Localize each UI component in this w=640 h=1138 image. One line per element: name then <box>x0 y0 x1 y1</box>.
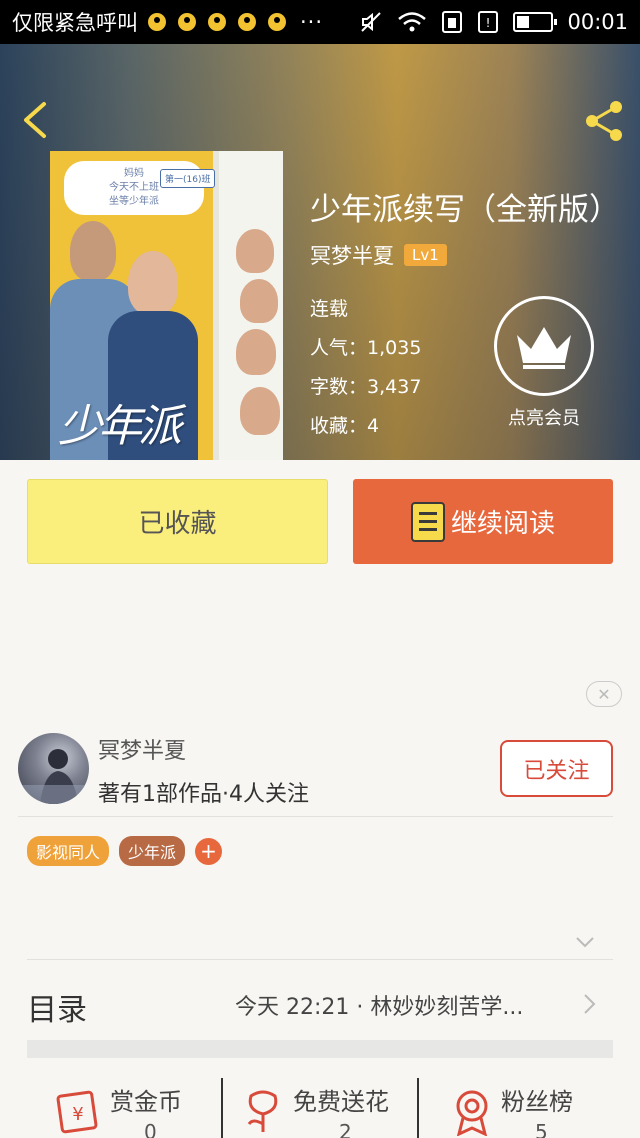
fan-ranking-item[interactable]: 粉丝榜 5 <box>419 1076 640 1138</box>
cover-figure <box>240 279 278 323</box>
fan-ranking-label: 粉丝榜 <box>501 1088 573 1116</box>
wifi-icon <box>398 12 427 32</box>
close-ad-button[interactable]: ✕ <box>586 681 622 707</box>
tag-shaonianpai[interactable]: 少年派 <box>119 836 186 866</box>
notification-icon <box>178 13 196 31</box>
notification-icon <box>208 13 226 31</box>
book-header: 妈妈 今天不上班 坐等少年派 第一(16)班 少年派 少年派续写（全新版） 冥梦… <box>0 44 640 460</box>
mute-icon <box>361 12 382 32</box>
author-card-subtitle: 著有1部作品·4人关注 <box>98 782 309 807</box>
book-title: 少年派续写（全新版） <box>310 192 620 228</box>
book-icon <box>410 501 445 542</box>
popularity-stat: 人气：1,035 <box>310 337 422 359</box>
svg-text:¥: ¥ <box>72 1104 83 1125</box>
clock: 00:01 <box>567 10 628 34</box>
book-cover[interactable]: 妈妈 今天不上班 坐等少年派 第一(16)班 少年派 <box>50 151 283 460</box>
send-flowers-count: 2 <box>339 1120 352 1138</box>
continue-reading-label: 继续阅读 <box>450 509 555 539</box>
author-avatar[interactable] <box>18 733 89 804</box>
back-button[interactable] <box>18 100 58 140</box>
flower-icon <box>247 1090 278 1132</box>
send-flowers-item[interactable]: 免费送花 2 <box>223 1076 417 1138</box>
expand-chevron-icon[interactable] <box>575 935 595 949</box>
favorited-label: 已收藏 <box>138 509 217 539</box>
reward-coins-label: 赏金币 <box>110 1088 182 1116</box>
divider <box>27 959 613 960</box>
follow-button[interactable]: 已关注 <box>500 740 613 797</box>
medal-icon <box>456 1090 488 1136</box>
svg-text:!: ! <box>486 16 491 30</box>
sim-icon-2: ! <box>478 11 499 33</box>
book-stats: 连载 人气：1,035 字数：3,437 收藏：4 <box>310 290 421 446</box>
member-button[interactable]: 点亮会员 <box>494 296 594 430</box>
favorites-stat: 收藏：4 <box>310 415 380 437</box>
battery-icon <box>513 12 558 32</box>
section-divider <box>27 1040 613 1058</box>
share-button[interactable] <box>582 98 628 144</box>
sim-icon <box>442 11 463 33</box>
cover-figure <box>236 329 276 375</box>
divider <box>18 816 613 817</box>
chevron-right-icon[interactable] <box>582 993 596 1015</box>
reward-coins-count: 0 <box>144 1120 157 1138</box>
more-notifications-icon: ··· <box>300 10 324 34</box>
favorited-button[interactable]: 已收藏 <box>27 479 328 564</box>
crown-icon <box>494 296 594 396</box>
tag-list: 影视同人 少年派 + <box>27 836 223 866</box>
reward-coins-item[interactable]: ¥ 赏金币 0 <box>0 1076 220 1138</box>
continue-reading-button[interactable]: 继续阅读 <box>353 479 613 564</box>
bottom-actions: ¥ 赏金币 0 免费送花 2 粉丝榜 5 <box>0 1076 640 1138</box>
member-label: 点亮会员 <box>508 408 580 429</box>
notification-icon <box>268 13 286 31</box>
cover-figure <box>70 221 116 281</box>
notification-icon <box>238 13 256 31</box>
tag-film-fanfic[interactable]: 影视同人 <box>27 836 110 866</box>
cover-figure <box>128 251 178 315</box>
book-status: 连载 <box>310 298 349 320</box>
book-author-row: 冥梦半夏 Lv1 <box>310 240 447 270</box>
cover-class-tag: 第一(16)班 <box>160 169 216 188</box>
red-envelope-icon: ¥ <box>56 1090 98 1134</box>
book-author[interactable]: 冥梦半夏 <box>310 240 394 270</box>
cover-figure <box>240 387 280 435</box>
author-level-badge: Lv1 <box>404 244 447 266</box>
fan-ranking-count: 5 <box>535 1120 548 1138</box>
add-tag-button[interactable]: + <box>195 837 223 865</box>
wordcount-stat: 字数：3,437 <box>310 376 422 398</box>
notification-icons <box>148 13 286 31</box>
toc-latest-chapter[interactable]: 今天 22:21 · 林妙妙刻苦学... <box>235 989 565 1021</box>
carrier-text: 仅限紧急呼叫 <box>12 11 138 35</box>
author-card-name[interactable]: 冥梦半夏 <box>98 733 186 765</box>
notification-icon <box>148 13 166 31</box>
cover-figure <box>236 229 274 273</box>
status-bar: 仅限紧急呼叫 ··· ! 00:01 <box>0 0 640 44</box>
cover-title: 少年派 <box>58 401 182 452</box>
send-flowers-label: 免费送花 <box>293 1088 389 1116</box>
toc-label[interactable]: 目录 <box>27 985 87 1029</box>
